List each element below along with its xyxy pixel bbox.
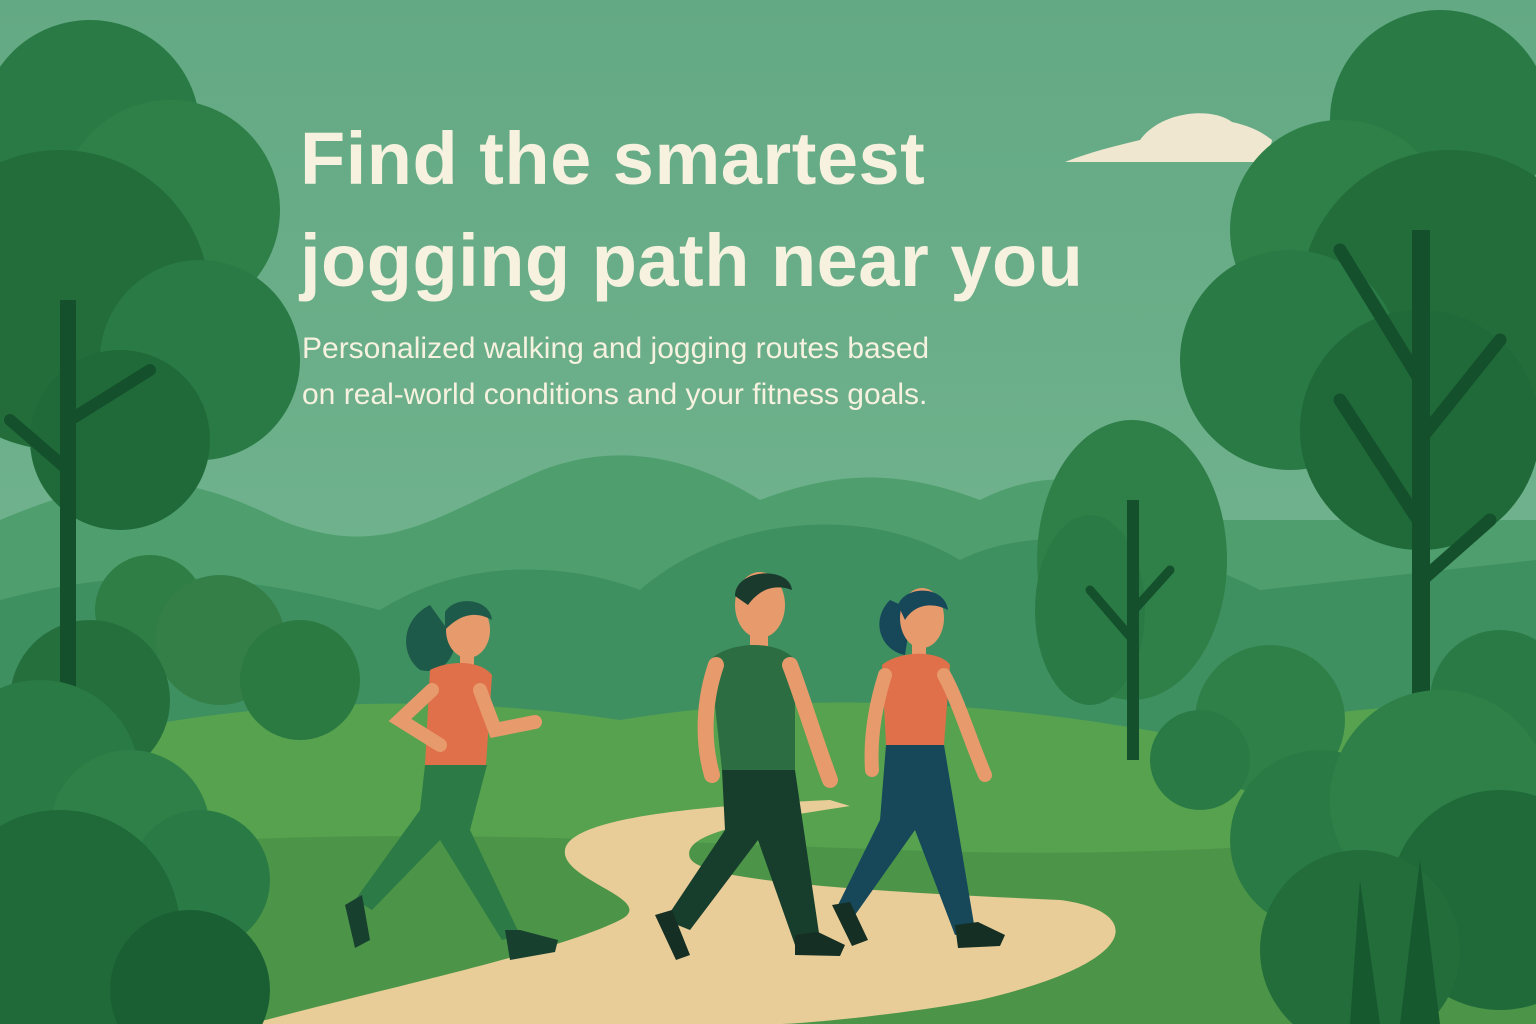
subtitle-line-1: Personalized walking and jogging routes … [302, 332, 930, 365]
page-subtitle: Personalized walking and jogging routes … [302, 326, 1102, 418]
hero-illustration: Find the smartest jogging path near you … [0, 0, 1536, 1024]
headline-line-2: jogging path near you [300, 219, 1084, 302]
headline-line-1: Find the smartest [300, 117, 926, 200]
page-headline: Find the smartest jogging path near you [300, 108, 1200, 312]
subtitle-line-2: on real-world conditions and your fitnes… [302, 378, 928, 411]
